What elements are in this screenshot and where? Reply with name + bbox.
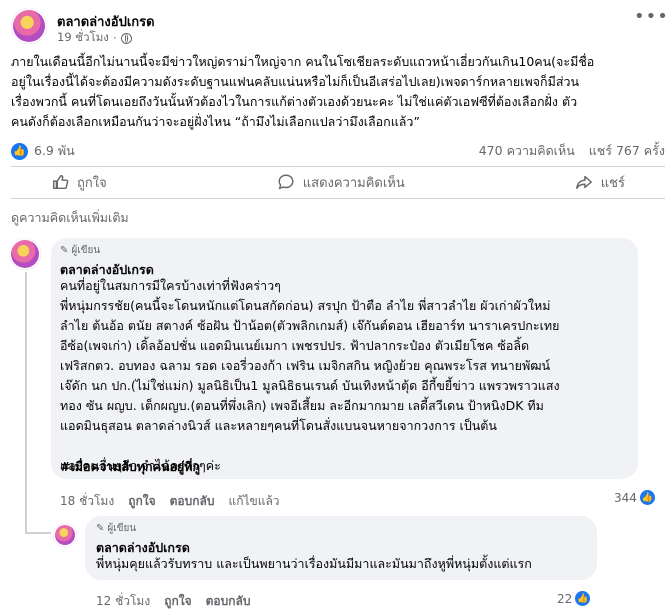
pencil-icon: ✎: [60, 245, 69, 256]
post-text: ภายในเดือนนี้อีกไม่นานนี้จะมีข่าวใหญ่ดรา…: [11, 54, 595, 129]
reply-like-button[interactable]: ถูกใจ: [164, 592, 191, 611]
like-reaction-icon: 👍: [11, 142, 28, 160]
comment-like-button[interactable]: ถูกใจ: [128, 492, 155, 511]
like-reaction-icon: 👍: [639, 490, 655, 505]
commenter-avatar[interactable]: [9, 238, 41, 270]
pencil-icon: ✎: [96, 523, 105, 534]
thread-connector: [25, 532, 51, 534]
reply-like-count[interactable]: 22 👍: [557, 591, 591, 606]
page-avatar[interactable]: [11, 8, 47, 44]
comment-like-count[interactable]: 344 👍: [614, 490, 655, 505]
reply-time[interactable]: 12 ชั่วโมง: [96, 592, 150, 611]
like-label: ถูกใจ: [77, 175, 107, 191]
more-options-icon[interactable]: •••: [634, 8, 668, 30]
thumbs-up-icon: [52, 174, 69, 190]
reply-meta: 12 ชั่วโมง ถูกใจ ตอบกลับ: [96, 592, 250, 611]
share-count[interactable]: แชร์ 767 ครั้ง: [589, 141, 665, 161]
globe-icon: [120, 32, 132, 44]
post-meta: 19 ชั่วโมง ·: [57, 29, 132, 47]
like-button[interactable]: ถูกใจ: [11, 172, 147, 193]
post-actions: ถูกใจ แสดงความคิดเห็น แชร์: [11, 168, 665, 196]
comment-hashtag[interactable]: #เมื่อความลับทุกคนอยู่ที่กู: [60, 457, 200, 477]
author-badge: ✎ ผู้เขียน: [60, 245, 101, 256]
share-icon: [575, 175, 592, 190]
reaction-summary: 👍 6.9 พัน 470 ความคิดเห็น แชร์ 767 ครั้ง: [11, 140, 665, 162]
reply-reply-button[interactable]: ตอบกลับ: [206, 592, 251, 611]
divider: [11, 198, 665, 199]
post-time[interactable]: 19 ชั่วโมง: [57, 29, 109, 47]
like-reaction-icon: 👍: [575, 591, 591, 606]
edited-label: แก้ไขแล้ว: [228, 494, 280, 508]
comment-button[interactable]: แสดงความคิดเห็น: [237, 172, 445, 193]
divider: [11, 166, 665, 167]
comment-meta: 18 ชั่วโมง ถูกใจ ตอบกลับ แก้ไขแล้ว: [60, 492, 280, 511]
thread-line: [25, 272, 27, 534]
view-more-comments-link[interactable]: ดูความคิดเห็นเพิ่มเติม: [11, 208, 129, 228]
comment-reply-button[interactable]: ตอบกลับ: [170, 492, 215, 511]
reply-text: พี่หนุ่มคุยแล้วรับทราบ และเป็นพยานว่าเรื…: [96, 556, 532, 571]
comment-count[interactable]: 470 ความคิดเห็น: [479, 141, 575, 161]
author-badge: ✎ ผู้เขียน: [96, 523, 137, 534]
comment-label: แสดงความคิดเห็น: [302, 175, 405, 191]
comment-time[interactable]: 18 ชั่วโมง: [60, 492, 114, 511]
reply-avatar[interactable]: [53, 523, 77, 547]
comment-text: คนที่อยู่ในสมการมีใครบ้างเท่าที่ฟังคร่าว…: [60, 278, 560, 473]
comment-icon: [278, 174, 294, 190]
reaction-count[interactable]: 6.9 พัน: [34, 141, 75, 161]
share-button[interactable]: แชร์: [535, 172, 665, 193]
share-label: แชร์: [600, 175, 625, 191]
